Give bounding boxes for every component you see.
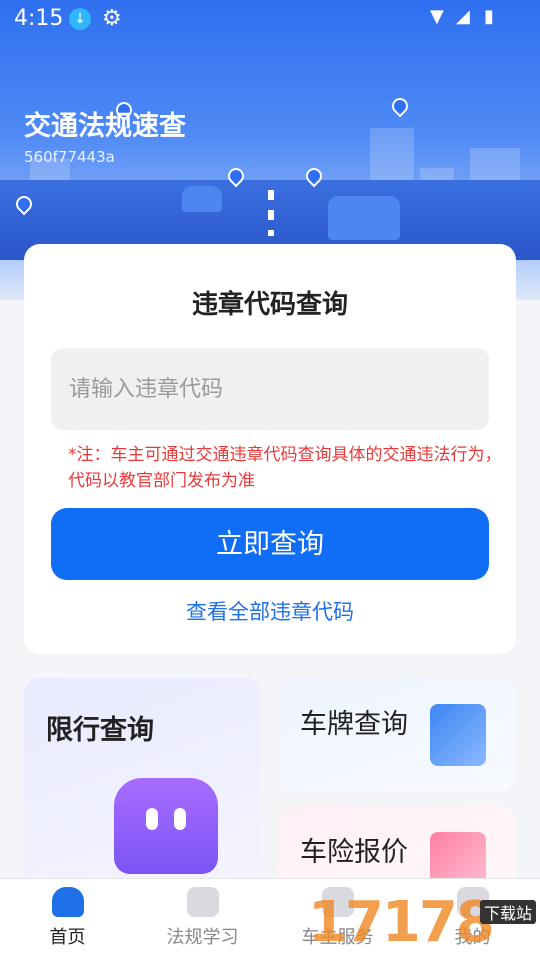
status-bar: 4:15 ↓ ⚙ ▼ ◢ ▮	[0, 0, 540, 40]
violation-code-input[interactable]	[51, 348, 489, 430]
car-illustration	[182, 186, 222, 212]
violation-query-card: 违章代码查询 *注：车主可通过交通违章代码查询具体的交通违法行为，代码以教官部门…	[24, 244, 516, 654]
download-icon: ↓	[69, 8, 91, 30]
plate-query-tile[interactable]: 车牌查询	[278, 678, 516, 792]
tab-home[interactable]: 首页	[0, 879, 135, 960]
restriction-query-tile[interactable]: 限行查询	[24, 678, 261, 908]
card-title: 违章代码查询	[191, 290, 348, 320]
car-robot-icon	[114, 778, 218, 874]
query-button[interactable]: 立即查询	[51, 508, 489, 580]
gear-icon: ⚙	[102, 6, 122, 31]
status-time: 4:15	[14, 6, 64, 31]
map-pin-icon	[388, 94, 412, 118]
page-title: 交通法规速查	[24, 111, 186, 142]
book-icon	[187, 887, 219, 917]
watermark-badge: 下载站	[480, 900, 537, 924]
restriction-query-label: 限行查询	[46, 715, 154, 746]
plate-query-label: 车牌查询	[300, 709, 408, 740]
view-all-codes-link[interactable]: 查看全部违章代码	[24, 596, 516, 626]
battery-icon: ▮	[484, 6, 494, 27]
watermark: 17178	[308, 890, 495, 955]
insurance-quote-label: 车险报价	[300, 837, 408, 868]
tab-label: 法规学习	[166, 927, 239, 948]
tab-label: 首页	[49, 927, 86, 948]
wifi-icon: ▼	[430, 6, 444, 27]
robot-eye	[174, 808, 186, 830]
page-subtitle: 560f77443a	[24, 148, 115, 166]
query-note: *注：车主可通过交通违章代码查询具体的交通违法行为，代码以教官部门发布为准	[68, 445, 502, 491]
signal-icon: ◢	[456, 6, 470, 27]
home-icon	[52, 887, 84, 917]
road-line	[268, 190, 274, 236]
car-illustration	[328, 196, 400, 240]
plate-search-icon	[430, 704, 486, 766]
tab-regulations[interactable]: 法规学习	[135, 879, 270, 960]
robot-eye	[146, 808, 158, 830]
